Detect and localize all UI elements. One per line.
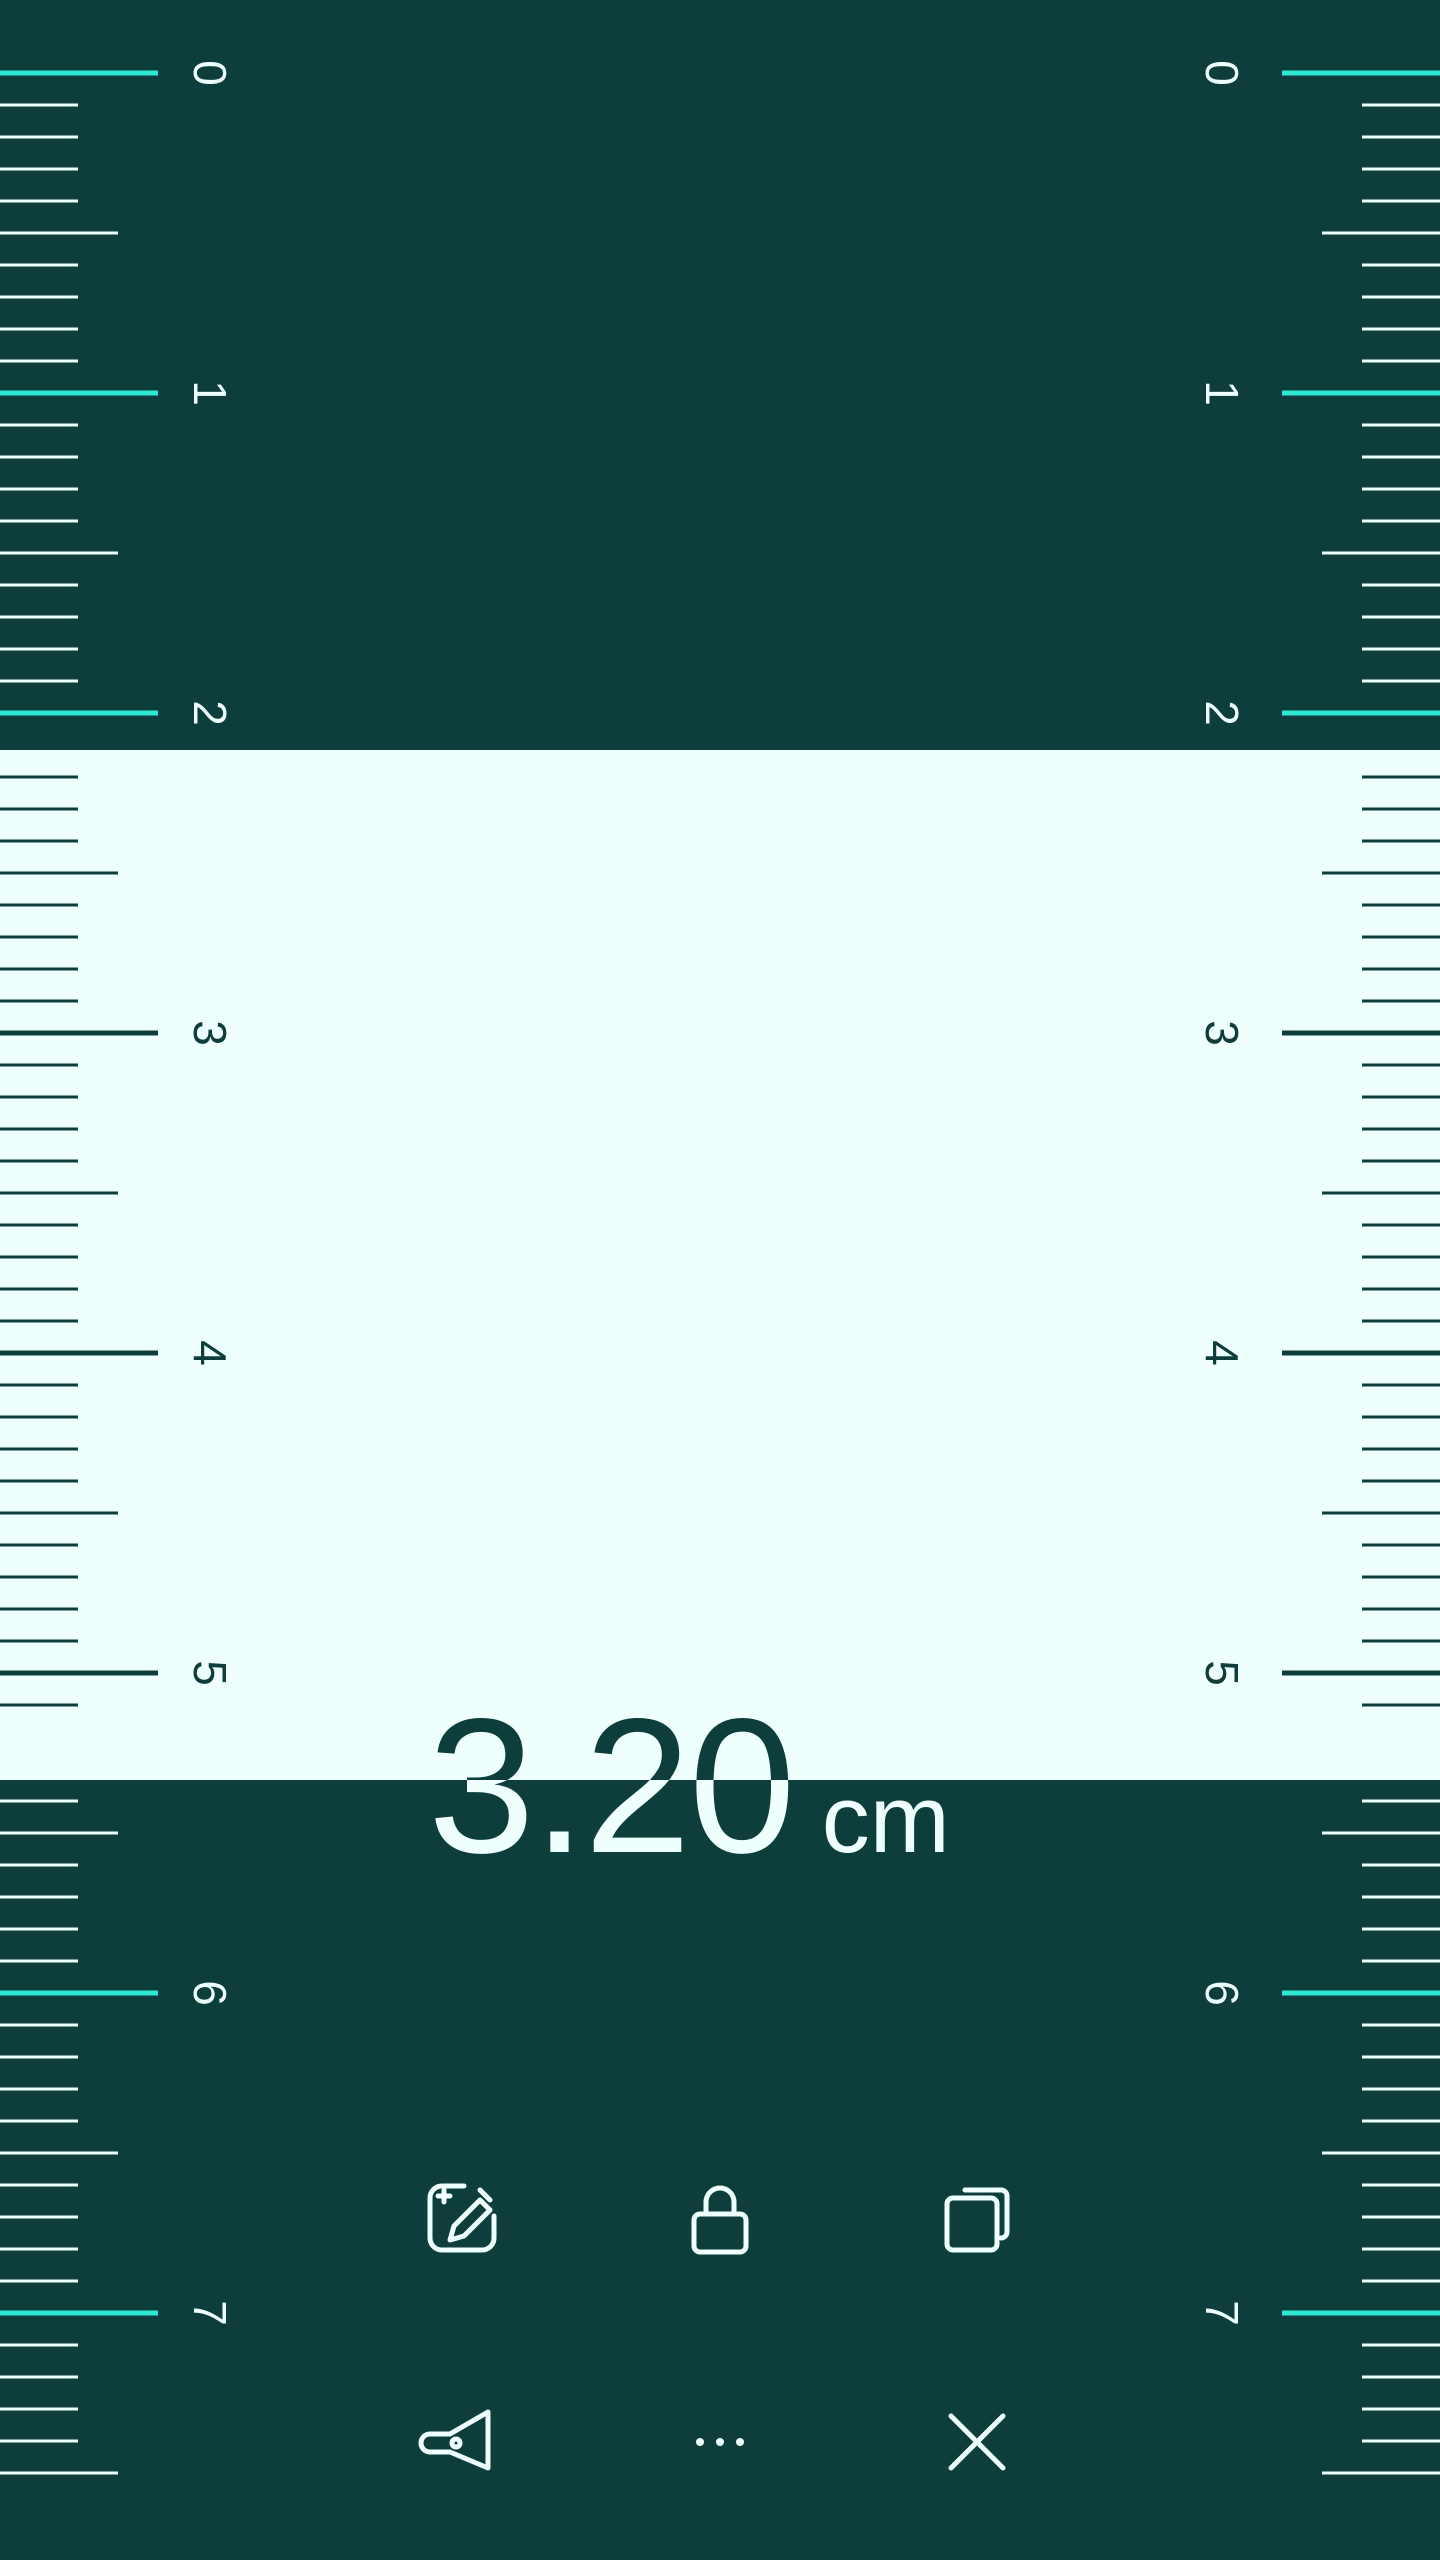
left-cm-label: 5 <box>184 1660 236 1686</box>
right-cm-label: 4 <box>1196 1340 1248 1366</box>
right-cm-label: 5 <box>1196 1660 1248 1686</box>
copy-icon <box>944 2187 1010 2253</box>
left-cm-label: 1 <box>184 380 236 406</box>
left-cm-label: 2 <box>184 700 236 726</box>
lock-icon <box>691 2185 749 2255</box>
close-button[interactable] <box>917 2382 1037 2502</box>
copy-button[interactable] <box>917 2158 1037 2278</box>
right-cm-label: 7 <box>1196 2300 1248 2326</box>
flashlight-icon <box>418 2409 491 2471</box>
right-cm-label: 2 <box>1196 700 1248 726</box>
left-cm-label: 0 <box>184 60 236 86</box>
edit-button[interactable] <box>402 2158 522 2278</box>
ruler-app: 0 0 1 1 2 2 3 3 4 4 5 5 6 6 7 7 3.20 cm <box>0 0 1440 2560</box>
right-cm-label: 0 <box>1196 60 1248 86</box>
more-button[interactable] <box>660 2382 780 2502</box>
right-cm-label: 1 <box>1196 380 1248 406</box>
left-cm-label: 7 <box>184 2300 236 2326</box>
left-cm-label: 4 <box>184 1340 236 1366</box>
measurement-readout: 3.20 cm <box>428 1690 950 1890</box>
right-cm-label: 3 <box>1196 1020 1248 1046</box>
left-cm-label: 6 <box>184 1980 236 2006</box>
close-icon <box>948 2413 1006 2471</box>
right-cm-label: 6 <box>1196 1980 1248 2006</box>
left-cm-label: 3 <box>184 1020 236 1046</box>
measurement-value: 3.20 <box>428 1678 796 1893</box>
edit-sparkle-icon <box>427 2183 497 2253</box>
flashlight-button[interactable] <box>402 2382 522 2502</box>
more-icon <box>696 2438 744 2446</box>
measurement-unit: cm <box>821 1766 950 1873</box>
lock-button[interactable] <box>660 2158 780 2278</box>
